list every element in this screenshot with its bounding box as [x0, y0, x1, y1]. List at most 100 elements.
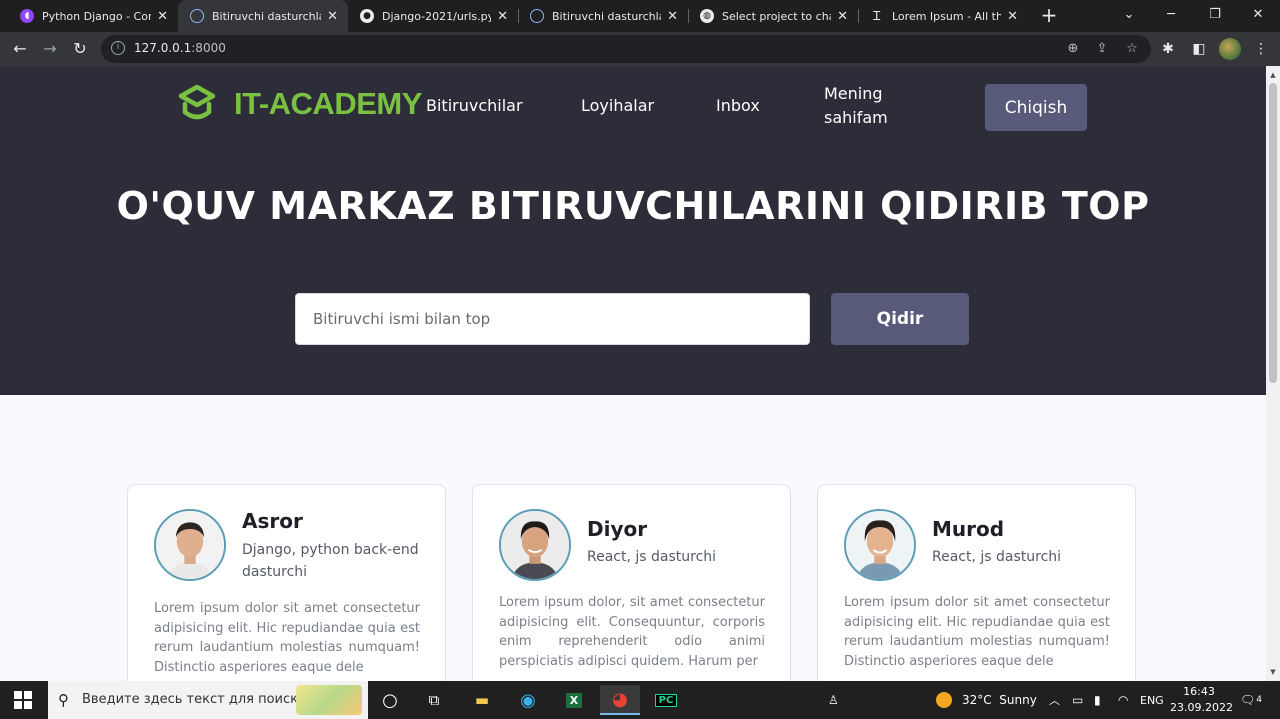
logo-mark-icon [178, 84, 216, 120]
developer-bio: Lorem ipsum dolor sit amet consectetur a… [154, 601, 420, 675]
nav-link-loyihalar[interactable]: Loyihalar [581, 94, 654, 118]
browser-tab[interactable]: Ꮖ Lorem Ipsum - All the ✕ [858, 0, 1028, 32]
close-icon[interactable]: ✕ [497, 9, 508, 24]
reload-button[interactable]: ↻ [68, 37, 92, 61]
notification-count: 4 [1256, 695, 1262, 705]
language-indicator[interactable]: ENG [1140, 681, 1164, 719]
nav-link-bitiruvchilar[interactable]: Bitiruvchilar [426, 94, 523, 118]
people-icon[interactable]: ♙ [828, 681, 839, 719]
zoom-icon[interactable]: ⊕ [1063, 39, 1083, 59]
search-highlight-image [296, 685, 362, 715]
url-text[interactable]: 127.0.0.1:8000 [134, 41, 226, 55]
logout-button[interactable]: Chiqish [985, 84, 1087, 131]
file-explorer-icon[interactable]: ▬ [462, 685, 502, 715]
developer-card[interactable]: Murod React, js dasturchi Lorem ipsum do… [817, 484, 1136, 681]
windows-start-icon[interactable] [14, 691, 32, 709]
browser-tab[interactable]: ◍ Select project to chan ✕ [688, 0, 858, 32]
pycharm-icon[interactable]: PC [646, 685, 686, 715]
tray-overflow-icon[interactable]: ︿ [1049, 681, 1060, 719]
hero-title-bold: BITIRUVCHILARINI [468, 184, 867, 228]
hero-title-part: QIDIRIB TOP [866, 184, 1150, 228]
menu-kebab-icon[interactable]: ⋮ [1250, 38, 1272, 60]
avatar [154, 509, 226, 581]
windows-taskbar: ⚲ Введите здесь текст для поиска ○ ⧉ ▬ ◉… [0, 681, 1280, 719]
developer-bio: Lorem ipsum dolor sit amet consectetur a… [844, 595, 1110, 669]
new-tab-button[interactable]: + [1039, 4, 1059, 28]
url-host: 127.0.0.1 [134, 41, 192, 55]
weather-temp: 32°C [962, 693, 992, 707]
back-button[interactable]: ← [8, 37, 32, 61]
tab-search-button[interactable]: ⌄ [1118, 4, 1140, 26]
clock-time: 16:43 [1183, 685, 1215, 698]
tab-title: Bitiruvchi dasturchlar [552, 9, 662, 23]
close-icon[interactable]: ✕ [1007, 9, 1018, 24]
close-icon[interactable]: ✕ [837, 9, 848, 24]
search-input[interactable] [295, 293, 810, 345]
hero-title: O'QUV MARKAZ BITIRUVCHILARINI QIDIRIB TO… [0, 184, 1266, 228]
edge-icon[interactable]: ◉ [508, 685, 548, 715]
sun-icon [936, 692, 952, 708]
taskbar-search-placeholder: Введите здесь текст для поиска [82, 692, 306, 707]
share-icon[interactable]: ⇪ [1092, 39, 1112, 59]
scroll-up-icon[interactable]: ▲ [1266, 68, 1280, 82]
extensions-icon[interactable]: ✱ [1157, 38, 1179, 60]
side-panel-icon[interactable]: ◧ [1188, 38, 1210, 60]
nav-link-inbox[interactable]: Inbox [716, 94, 760, 118]
scroll-down-icon[interactable]: ▼ [1266, 665, 1280, 679]
tab-title: Bitiruvchi dasturchlar [212, 9, 322, 23]
url-port: :8000 [191, 41, 226, 55]
developer-name: Asror [242, 509, 303, 533]
page-scrollbar[interactable]: ▲ ▼ [1266, 66, 1280, 681]
hero-section: IT-ACADEMY Bitiruvchilar Loyihalar Inbox… [0, 66, 1266, 395]
meet-now-icon[interactable]: ▭ [1072, 681, 1083, 719]
nav-link-my-page[interactable]: Mening sahifam [824, 82, 904, 130]
developer-card[interactable]: Diyor React, js dasturchi Lorem ipsum do… [472, 484, 791, 681]
close-icon[interactable]: ✕ [667, 9, 678, 24]
logo-text: IT-ACADEMY [234, 86, 422, 121]
wifi-icon[interactable]: ◠ [1118, 681, 1128, 719]
github-icon: ● [360, 9, 374, 23]
close-window-button[interactable]: ✕ [1247, 4, 1269, 26]
text-icon: Ꮖ [873, 8, 881, 23]
restore-button[interactable]: ❐ [1204, 4, 1226, 26]
web-page: IT-ACADEMY Bitiruvchilar Loyihalar Inbox… [0, 66, 1266, 681]
hero-title-part: O'QUV MARKAZ [116, 184, 469, 228]
cortana-icon[interactable]: ○ [370, 685, 410, 715]
chrome-icon[interactable]: ◕ [600, 685, 640, 715]
browser-tab[interactable]: Bitiruvchi dasturchlar ✕ [518, 0, 688, 32]
browser-tab-active[interactable]: Bitiruvchi dasturchlar ✕ [178, 0, 348, 32]
developer-bio: Lorem ipsum dolor, sit amet consectetur … [499, 595, 765, 669]
search-icon: ⚲ [58, 691, 69, 709]
excel-icon[interactable]: X [554, 685, 594, 715]
search-icon [190, 9, 204, 23]
notification-center-icon[interactable]: 🗨 4 [1240, 681, 1262, 719]
address-bar[interactable]: i 127.0.0.1:8000 ⊕ ⇪ ☆ [101, 35, 1151, 63]
avatar [844, 509, 916, 581]
site-info-icon[interactable]: i [111, 41, 125, 55]
search-button[interactable]: Qidir [831, 293, 969, 345]
taskbar-search-box[interactable]: ⚲ Введите здесь текст для поиска [48, 681, 368, 719]
battery-icon[interactable]: ▮ [1094, 681, 1101, 719]
weather-widget[interactable]: 32°C Sunny [936, 681, 1037, 719]
close-icon[interactable]: ✕ [157, 9, 168, 24]
close-icon[interactable]: ✕ [327, 9, 338, 24]
bookmark-star-icon[interactable]: ☆ [1122, 39, 1142, 59]
browser-tab[interactable]: ◖ Python Django - Comp ✕ [8, 0, 178, 32]
avatar [499, 509, 571, 581]
developer-role: Django, python back-end dasturchi [242, 542, 419, 580]
developer-role: React, js dasturchi [932, 549, 1062, 565]
browser-tab[interactable]: ● Django-2021/urls.py a ✕ [348, 0, 518, 32]
forward-button[interactable]: → [38, 37, 62, 61]
task-view-icon[interactable]: ⧉ [414, 685, 454, 715]
site-logo[interactable]: IT-ACADEMY [176, 84, 424, 124]
browser-toolbar: ← → ↻ i 127.0.0.1:8000 ⊕ ⇪ ☆ ✱ ◧ ⋮ [0, 32, 1280, 66]
scroll-thumb[interactable] [1269, 83, 1277, 383]
search-icon [530, 9, 544, 23]
profile-avatar[interactable] [1219, 38, 1241, 60]
clock[interactable]: 16:43 23.09.2022 [1170, 684, 1233, 716]
minimize-button[interactable]: ─ [1160, 4, 1182, 26]
developer-card[interactable]: Asror Django, python back-end dasturchi … [127, 484, 446, 681]
person-photo-icon [156, 511, 224, 579]
developer-role: React, js dasturchi [587, 549, 717, 565]
tab-title: Django-2021/urls.py a [382, 9, 492, 23]
